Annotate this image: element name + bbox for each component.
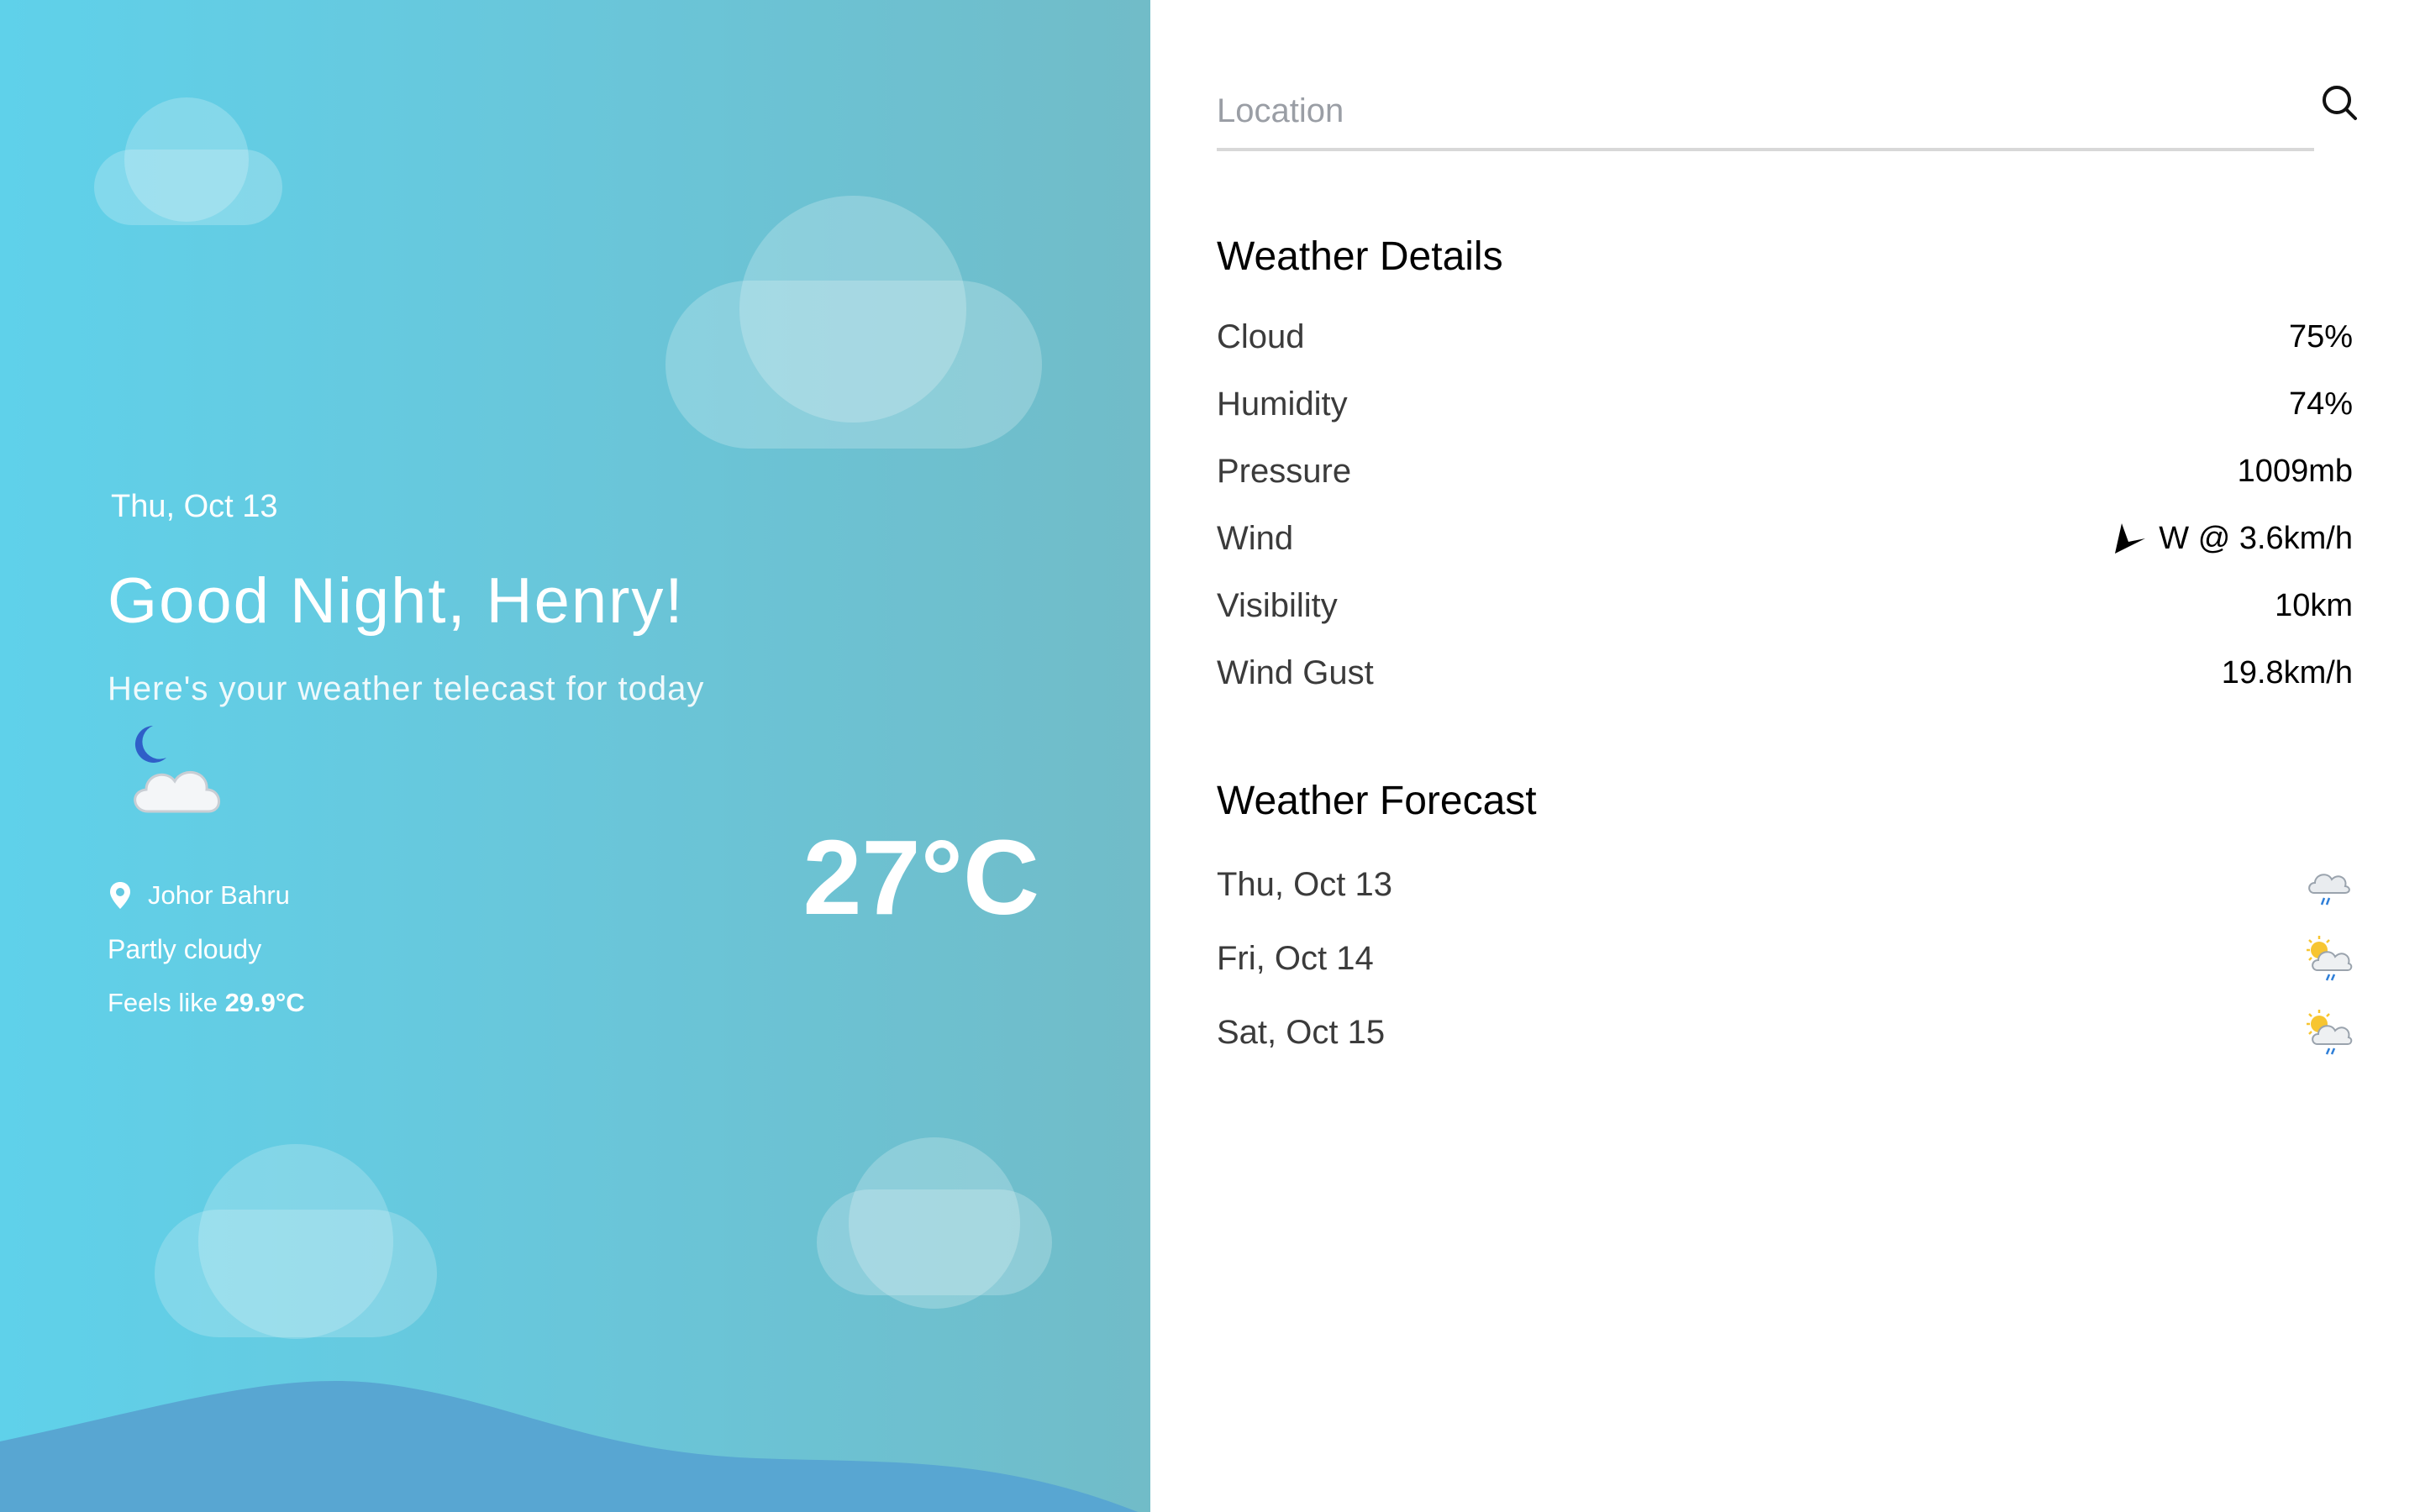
forecast-row: Sat, Oct 15 (1217, 1003, 2353, 1062)
detail-value: 74% (2288, 386, 2353, 422)
weather-app: Thu, Oct 13 Good Night, Henry! Here's yo… (0, 0, 2420, 1512)
forecast-day: Fri, Oct 14 (1217, 939, 1374, 977)
detail-row-cloud: Cloud 75% (1217, 312, 2353, 362)
weather-forecast-title: Weather Forecast (1217, 779, 1537, 823)
feels-like: Feels like 29.9°C (108, 988, 305, 1018)
detail-row-wind: Wind W @ 3.6km/h (1217, 513, 2353, 564)
cloud-decoration-bottom-left (155, 1144, 437, 1339)
detail-label: Wind Gust (1217, 654, 1374, 691)
wind-value: W @ 3.6km/h (2159, 520, 2353, 556)
night-partly-cloudy-icon (134, 726, 220, 813)
location-label: Johor Bahru (108, 880, 290, 911)
wind-direction-arrow-icon (2115, 523, 2146, 554)
detail-label: Humidity (1217, 385, 1348, 423)
detail-row-humidity: Humidity 74% (1217, 379, 2353, 429)
location-pin-icon (110, 882, 130, 909)
location-name: Johor Bahru (148, 880, 290, 910)
rain-cloud-icon (2308, 874, 2350, 906)
detail-label: Pressure (1217, 452, 1352, 490)
search-bar (1217, 76, 2314, 151)
current-temperature: 27°C (802, 818, 1039, 937)
weather-details-title: Weather Details (1217, 234, 1503, 279)
forecast-row: Thu, Oct 13 (1217, 855, 2353, 914)
forecast-row: Fri, Oct 14 (1217, 929, 2353, 988)
detail-value: 1009mb (2237, 453, 2353, 489)
search-icon (2323, 86, 2357, 120)
feels-like-value: 29.9°C (224, 988, 305, 1017)
current-date: Thu, Oct 13 (111, 489, 278, 524)
detail-row-visibility: Visibility 10km (1217, 580, 2353, 631)
detail-label: Wind (1217, 519, 1294, 557)
detail-label: Visibility (1217, 586, 1338, 624)
detail-value: 75% (2288, 318, 2353, 354)
weather-condition: Partly cloudy (108, 934, 262, 964)
search-button[interactable] (2314, 77, 2365, 128)
sun-rain-cloud-icon (2307, 936, 2353, 981)
detail-value-wind: W @ 3.6km/h (2112, 520, 2353, 557)
forecast-day: Sat, Oct 15 (1217, 1013, 1386, 1051)
detail-row-wind-gust: Wind Gust 19.8km/h (1217, 648, 2353, 698)
cloud-decoration-large-top (666, 196, 1042, 449)
forecast-day: Thu, Oct 13 (1217, 865, 1392, 903)
detail-value: 10km (2275, 587, 2353, 623)
sun-rain-cloud-icon (2307, 1010, 2353, 1055)
hero-panel: Thu, Oct 13 Good Night, Henry! Here's yo… (0, 0, 1150, 1512)
location-search-input[interactable] (1217, 87, 2301, 134)
detail-row-pressure: Pressure 1009mb (1217, 446, 2353, 496)
details-sidebar: Weather Details Cloud 75% Humidity 74% P… (1150, 0, 2420, 1512)
detail-label: Cloud (1217, 318, 1305, 355)
greeting-subtitle: Here's your weather telecast for today (108, 670, 705, 707)
cloud-decoration-small-top (94, 97, 282, 225)
detail-value: 19.8km/h (2221, 654, 2353, 690)
feels-like-label: Feels like (108, 988, 218, 1017)
bottom-wave (0, 1381, 1150, 1512)
greeting-heading: Good Night, Henry! (108, 565, 685, 637)
cloud-decoration-bottom-right (817, 1137, 1052, 1309)
